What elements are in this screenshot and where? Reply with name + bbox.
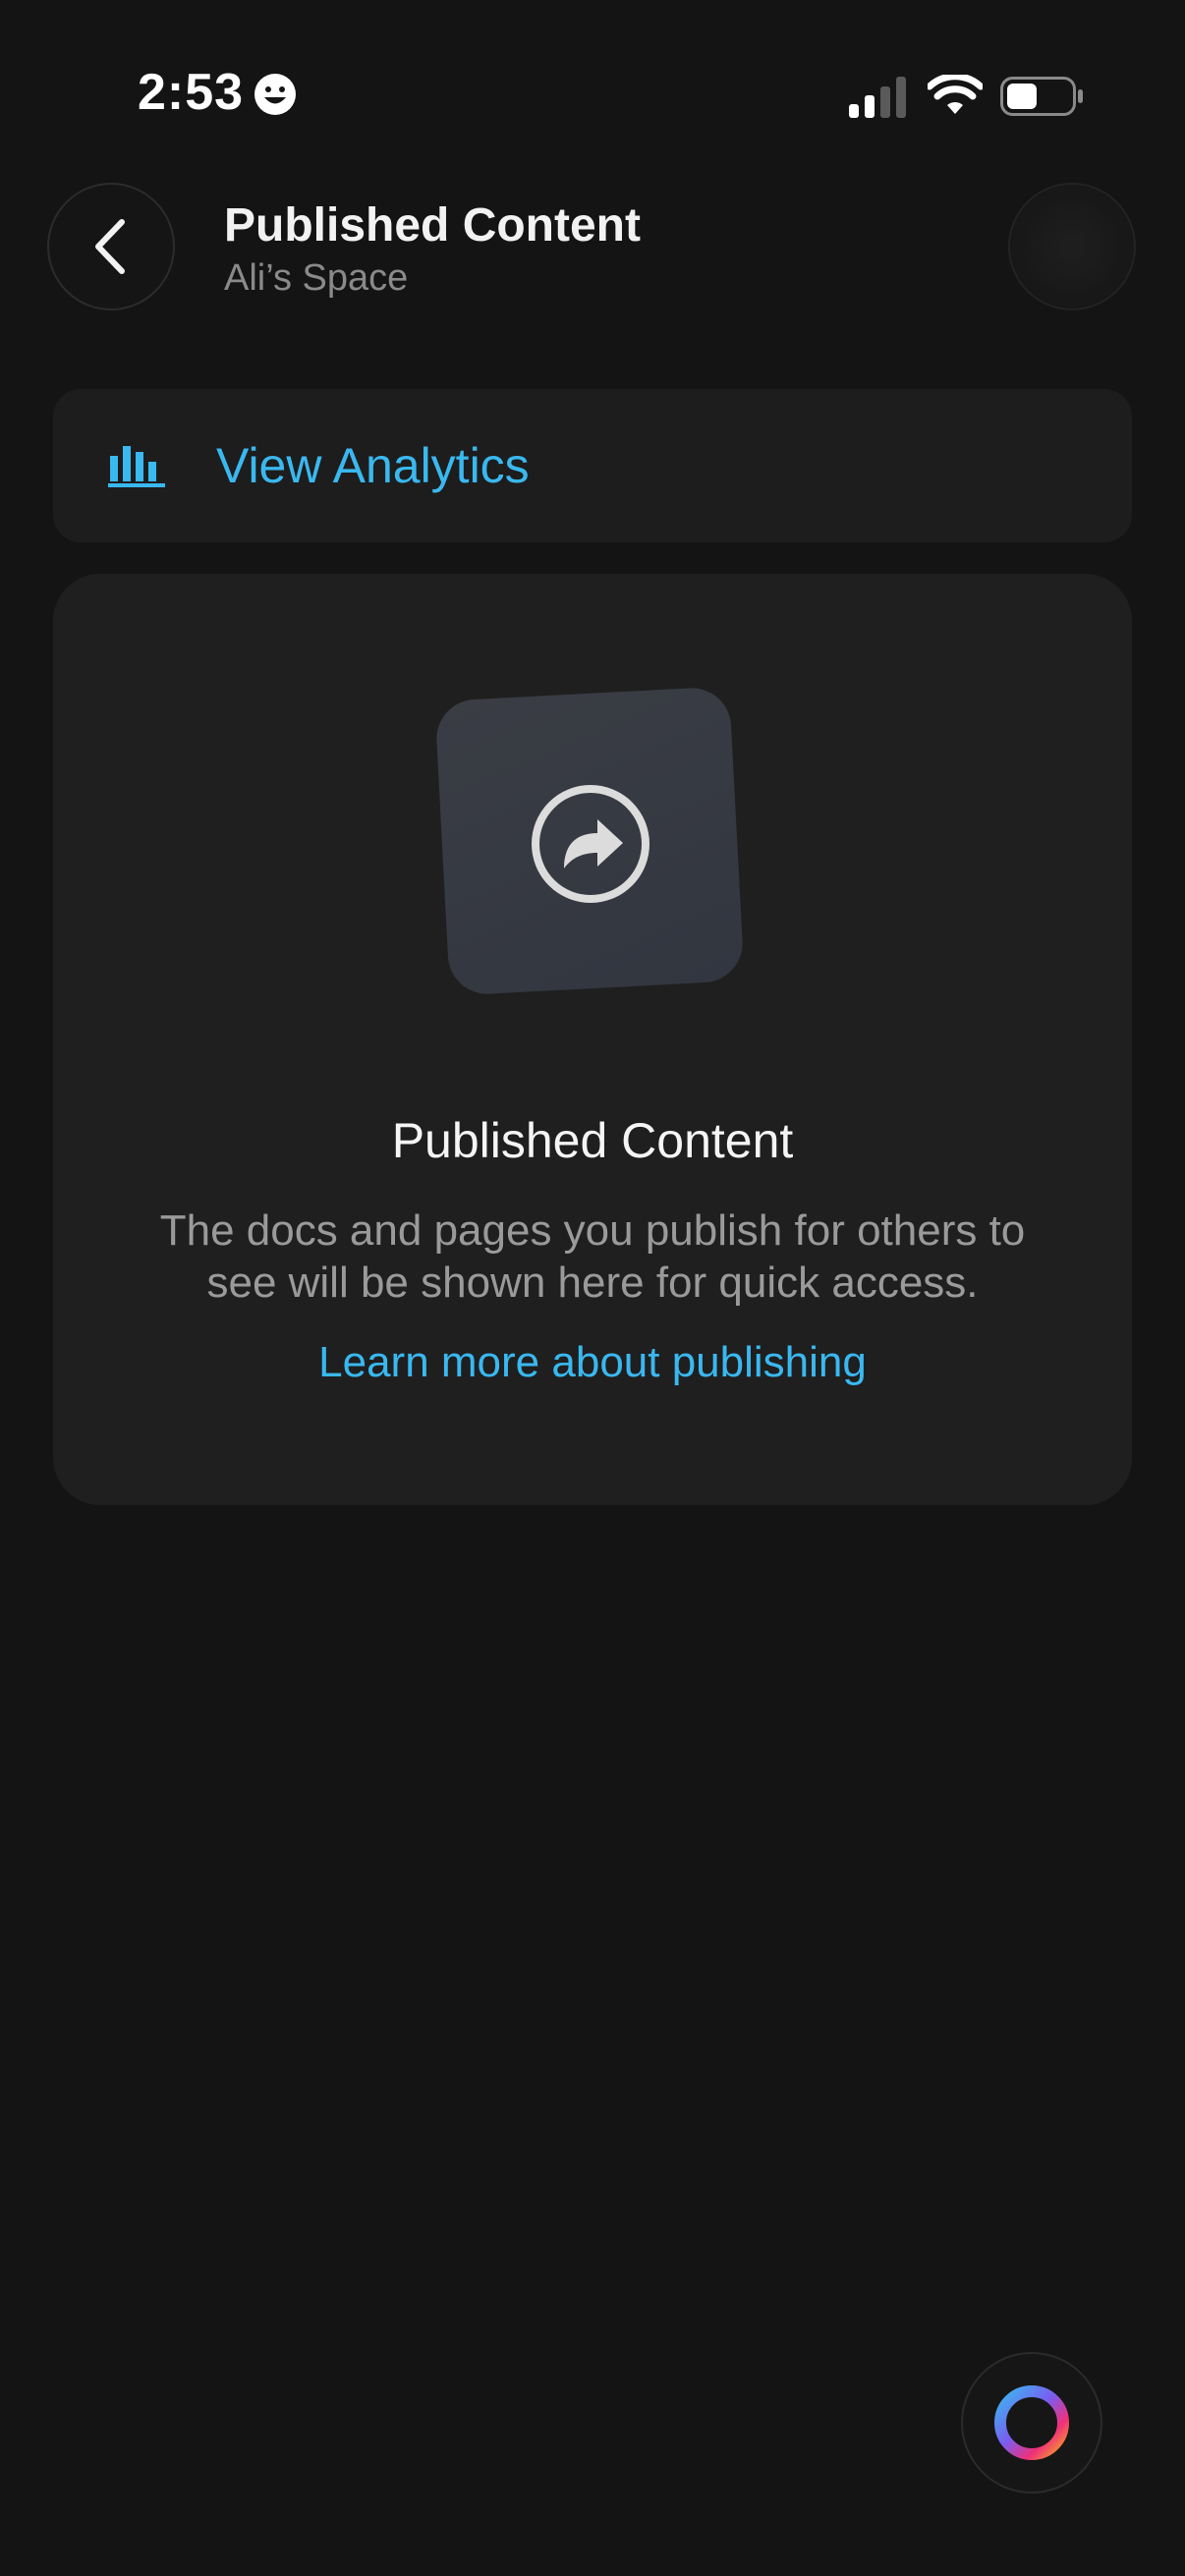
back-button[interactable]	[47, 183, 175, 310]
cellular-signal-icon	[849, 77, 906, 118]
ring-gradient-icon	[994, 2385, 1069, 2460]
wifi-icon	[928, 75, 983, 114]
learn-more-link[interactable]: Learn more about publishing	[53, 1338, 1132, 1387]
view-analytics-button[interactable]: View Analytics	[53, 389, 1132, 542]
chevron-left-icon	[95, 219, 125, 274]
view-analytics-label: View Analytics	[216, 438, 530, 493]
assistant-button[interactable]	[961, 2352, 1102, 2493]
status-time: 2:53	[138, 64, 245, 121]
page-subtitle: Ali’s Space	[224, 257, 409, 299]
smiley-icon	[254, 74, 296, 115]
battery-icon	[1000, 77, 1083, 116]
avatar[interactable]	[1008, 183, 1136, 310]
bar-chart-icon	[108, 446, 165, 487]
empty-state-description: The docs and pages you publish for other…	[159, 1206, 1026, 1307]
empty-state-title: Published Content	[391, 1113, 794, 1168]
share-arrow-icon	[532, 785, 649, 903]
page-title: Published Content	[224, 199, 641, 252]
